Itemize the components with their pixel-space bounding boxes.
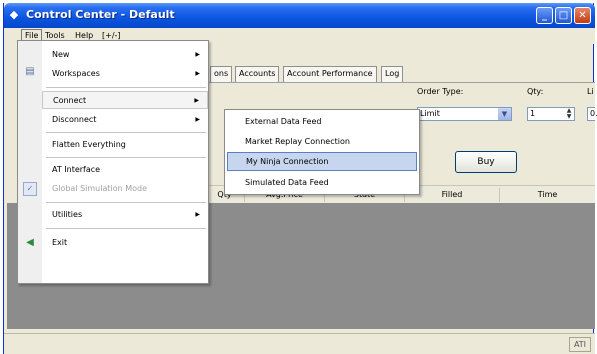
- submenu-arrow-icon: ▶: [195, 116, 200, 123]
- tab-accounts[interactable]: Accounts: [235, 66, 280, 82]
- menu-item-label: Exit: [52, 238, 68, 247]
- status-bar: ATI: [4, 333, 595, 354]
- submenu-item-market-replay-connection[interactable]: Market Replay Connection: [227, 132, 417, 151]
- submenu-arrow-icon: ▶: [195, 70, 200, 77]
- menu-item-connect[interactable]: Connect ▶: [42, 91, 208, 109]
- buy-button[interactable]: Buy: [455, 151, 517, 173]
- menu-separator: [46, 157, 206, 158]
- tab-log[interactable]: Log: [381, 66, 404, 82]
- submenu-item-my-ninja-connection[interactable]: My Ninja Connection: [227, 152, 417, 171]
- limit-price-value: 0.: [590, 109, 597, 118]
- submenu-arrow-icon: ▶: [195, 211, 200, 218]
- menu-separator: [46, 87, 206, 88]
- file-menu-dropdown: New ▶ Workspaces ▶ ▤ Connect ▶ Disconnec…: [17, 40, 209, 284]
- workspaces-icon: ▤: [25, 66, 35, 77]
- menu-item-label: Connect: [53, 96, 87, 105]
- chevron-down-icon[interactable]: ▼: [498, 108, 511, 120]
- menu-item-new[interactable]: New ▶: [42, 46, 208, 64]
- close-button[interactable]: ✕: [574, 7, 591, 24]
- spin-arrows-icon[interactable]: ▲ ▼: [564, 108, 574, 120]
- menu-item-exit[interactable]: Exit: [42, 234, 208, 252]
- limit-price-label: Li: [587, 87, 594, 96]
- menu-separator: [46, 202, 206, 203]
- menu-item-label: New: [52, 50, 70, 59]
- menu-item-label: Workspaces: [52, 69, 100, 78]
- order-type-value: Limit: [420, 109, 440, 118]
- checkmark-icon: ✓: [23, 182, 37, 196]
- submenu-item-simulated-data-feed[interactable]: Simulated Data Feed: [227, 173, 417, 192]
- submenu-arrow-icon: ▶: [195, 51, 200, 58]
- limit-price-field[interactable]: 0.: [587, 107, 597, 121]
- menu-separator: [46, 132, 206, 133]
- exit-icon: ◀: [26, 237, 34, 248]
- menu-item-workspaces[interactable]: Workspaces ▶: [42, 65, 208, 83]
- menu-item-label: Global Simulation Mode: [52, 184, 148, 193]
- qty-stepper[interactable]: 1 ▲ ▼: [527, 107, 575, 121]
- order-type-label: Order Type:: [417, 87, 464, 96]
- connect-submenu: External Data Feed Market Replay Connect…: [224, 109, 420, 195]
- menu-item-label: Disconnect: [52, 115, 97, 124]
- menu-item-utilities[interactable]: Utilities ▶: [42, 206, 208, 224]
- menu-item-label: Utilities: [52, 210, 83, 219]
- menu-item-at-interface[interactable]: AT Interface: [42, 161, 208, 179]
- menu-item-label: AT Interface: [52, 165, 101, 174]
- menu-item-global-simulation-mode[interactable]: Global Simulation Mode: [42, 180, 208, 198]
- order-type-select[interactable]: Limit ▼: [417, 107, 512, 121]
- menu-item-disconnect[interactable]: Disconnect ▶: [42, 111, 208, 129]
- column-time[interactable]: Time: [499, 188, 595, 202]
- ati-status-indicator: ATI: [569, 337, 591, 352]
- maximize-button[interactable]: □: [555, 7, 572, 24]
- minimize-button[interactable]: _: [536, 7, 553, 24]
- menu-item-label: Flatten Everything: [52, 140, 126, 149]
- menu-separator: [46, 228, 206, 229]
- qty-label: Qty:: [527, 87, 544, 96]
- app-logo-icon: ◆: [9, 8, 19, 21]
- window-title: Control Center - Default: [26, 8, 175, 21]
- qty-value: 1: [530, 109, 536, 118]
- tab-account-performance[interactable]: Account Performance: [283, 66, 377, 82]
- title-bar[interactable]: ◆ Control Center - Default _ □ ✕: [4, 3, 595, 28]
- submenu-item-external-data-feed[interactable]: External Data Feed: [227, 112, 417, 131]
- menu-item-flatten-everything[interactable]: Flatten Everything: [42, 136, 208, 154]
- tab-positions[interactable]: ons: [210, 66, 233, 82]
- submenu-arrow-icon: ▶: [194, 97, 199, 104]
